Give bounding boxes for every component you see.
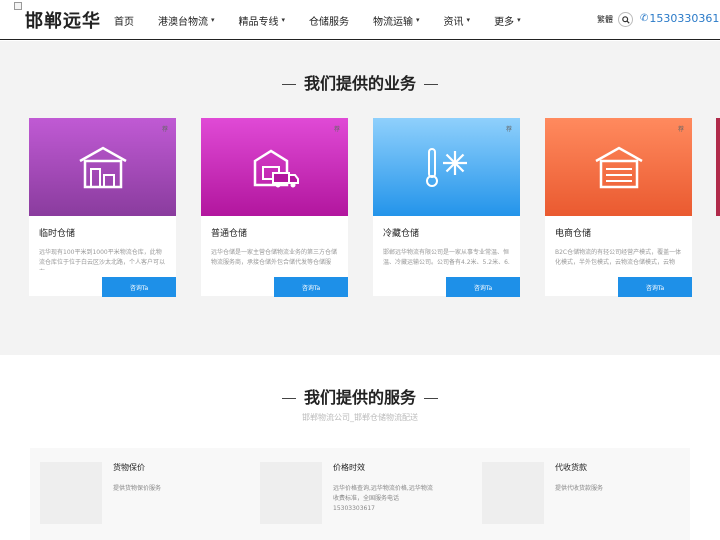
card-description: 远华现有100平米到1000平米物流仓库，此物流仓库位于位于白云区沙太北路，个人… xyxy=(39,249,166,270)
service-image xyxy=(40,462,102,524)
chevron-down-icon: ▾ xyxy=(466,16,471,24)
service-description: 提供货物保价服务 xyxy=(113,485,162,492)
recommend-tag: 荐 xyxy=(333,126,340,133)
business-card-cold-storage[interactable]: 荐 冷藏仓储 邯郸远华物流有限公司是一家从事专业常温、恒温、冷藏运输公司。公司备… xyxy=(373,118,520,297)
section-title-text: 我们提供的业务 xyxy=(303,74,416,93)
nav-item-label: 首页 xyxy=(114,16,134,28)
logo-image-broken-icon[interactable] xyxy=(14,2,22,10)
consult-button[interactable]: 咨询Ta xyxy=(102,277,176,297)
language-toggle[interactable]: 繁體 xyxy=(597,14,613,25)
business-card-temporary[interactable]: 荐 临时仓储 远华现有100平米到1000平米物流仓库，此物流仓库位于位于白云区… xyxy=(29,118,176,297)
card-image: 荐 xyxy=(201,118,348,216)
consult-button[interactable]: 咨询Ta xyxy=(446,277,520,297)
next-card-partial[interactable] xyxy=(716,118,720,216)
phone-link[interactable]: ✆ 15303303617 xyxy=(640,12,720,25)
card-description: B2C仓储物流的有轻公司经营产模式，覆盖一体化模式，半外包模式，云物流仓储模式，… xyxy=(555,249,682,266)
cold-storage-icon xyxy=(425,148,467,187)
nav-item-warehousing[interactable]: 仓储服务 xyxy=(309,13,349,28)
warehouse-icon xyxy=(78,146,127,189)
business-card-general[interactable]: 荐 普通仓储 远华仓储是一家主营仓储物流业务的第三方仓储物流服务商，承接仓储外包… xyxy=(201,118,348,297)
phone-number: 15303303617 xyxy=(649,12,720,25)
card-description: 邯郸远华物流有限公司是一家从事专业常温、恒温、冷藏运输公司。公司备有4.2米、5… xyxy=(383,249,510,266)
chevron-down-icon: ▾ xyxy=(281,16,286,24)
chevron-down-icon: ▾ xyxy=(517,16,521,24)
site-logo[interactable]: 邯郸远华 xyxy=(25,7,101,33)
card-image: 荐 xyxy=(373,118,520,216)
nav-item-label: 港澳台物流 xyxy=(158,16,208,28)
services-section-title: 我们提供的服务 xyxy=(0,384,720,408)
recommend-tag: 荐 xyxy=(161,126,168,133)
card-title: 临时仓储 xyxy=(39,229,76,239)
site-header: 邯郸远华 首页 港澳台物流 ▾ 精品专线 ▾ 仓储服务 物流运输 ▾ 资讯 ▾ 更多 ▾ … xyxy=(0,0,720,40)
nav-item-label: 仓储服务 xyxy=(309,16,350,28)
phone-icon: ✆ xyxy=(640,13,649,24)
search-button[interactable] xyxy=(618,12,633,27)
title-dash-left xyxy=(281,84,296,85)
card-image: 荐 xyxy=(545,118,692,216)
recommend-tag: 荐 xyxy=(505,126,512,133)
title-dash-right xyxy=(424,84,438,85)
service-image xyxy=(482,462,544,524)
garage-icon xyxy=(594,146,643,189)
consult-button[interactable]: 咨询Ta xyxy=(274,277,348,297)
title-dash-left xyxy=(281,398,296,399)
chevron-down-icon: ▾ xyxy=(416,16,420,24)
title-dash-right xyxy=(424,398,438,399)
services-subtitle: 邯郸物流公司_邯郸仓储物流配送 xyxy=(302,413,418,422)
nav-item-hk-macau-taiwan[interactable]: 港澳台物流 ▾ xyxy=(158,13,215,28)
service-title: 价格时效 xyxy=(333,463,365,472)
card-image: 荐 xyxy=(29,118,176,216)
card-title: 普通仓储 xyxy=(211,229,248,239)
section-title-text: 我们提供的服务 xyxy=(303,388,416,407)
service-image xyxy=(260,462,322,524)
main-nav: 首页 港澳台物流 ▾ 精品专线 ▾ 仓储服务 物流运输 ▾ 资讯 ▾ 更多 ▾ xyxy=(114,0,545,40)
nav-item-transport[interactable]: 物流运输 ▾ xyxy=(373,13,420,28)
service-description: 提供代收货款服务 xyxy=(555,485,604,492)
business-section-title: 我们提供的业务 xyxy=(0,70,720,94)
consult-button[interactable]: 咨询Ta xyxy=(618,277,692,297)
card-title: 冷藏仓储 xyxy=(383,229,420,239)
nav-item-label: 精品专线 xyxy=(238,16,279,28)
nav-item-label: 物流运输 xyxy=(373,16,414,28)
nav-item-more[interactable]: 更多 ▾ xyxy=(494,13,521,28)
nav-item-home[interactable]: 首页 xyxy=(114,13,134,28)
search-icon xyxy=(621,15,630,24)
nav-item-label: 更多 xyxy=(494,16,515,28)
nav-item-premium-lines[interactable]: 精品专线 ▾ xyxy=(239,13,286,28)
service-description: 远华价格查询,远华物流价格,远华物流收费标准，全国服务电话15303303617 xyxy=(333,485,433,512)
card-description: 远华仓储是一家主营仓储物流业务的第三方仓储物流服务商，承接仓储外包合储代发等仓储… xyxy=(211,249,338,266)
recommend-tag: 荐 xyxy=(677,126,684,133)
nav-item-news[interactable]: 资讯 ▾ xyxy=(444,13,471,28)
nav-item-label: 资讯 xyxy=(443,16,464,28)
warehouse-truck-icon xyxy=(253,149,299,188)
chevron-down-icon: ▾ xyxy=(211,16,215,24)
service-title: 代收货款 xyxy=(555,463,587,472)
card-title: 电商仓储 xyxy=(555,229,592,239)
business-card-ecommerce[interactable]: 荐 电商仓储 B2C仓储物流的有轻公司经营产模式，覆盖一体化模式，半外包模式，云… xyxy=(545,118,692,297)
service-title: 货物保价 xyxy=(113,463,145,472)
